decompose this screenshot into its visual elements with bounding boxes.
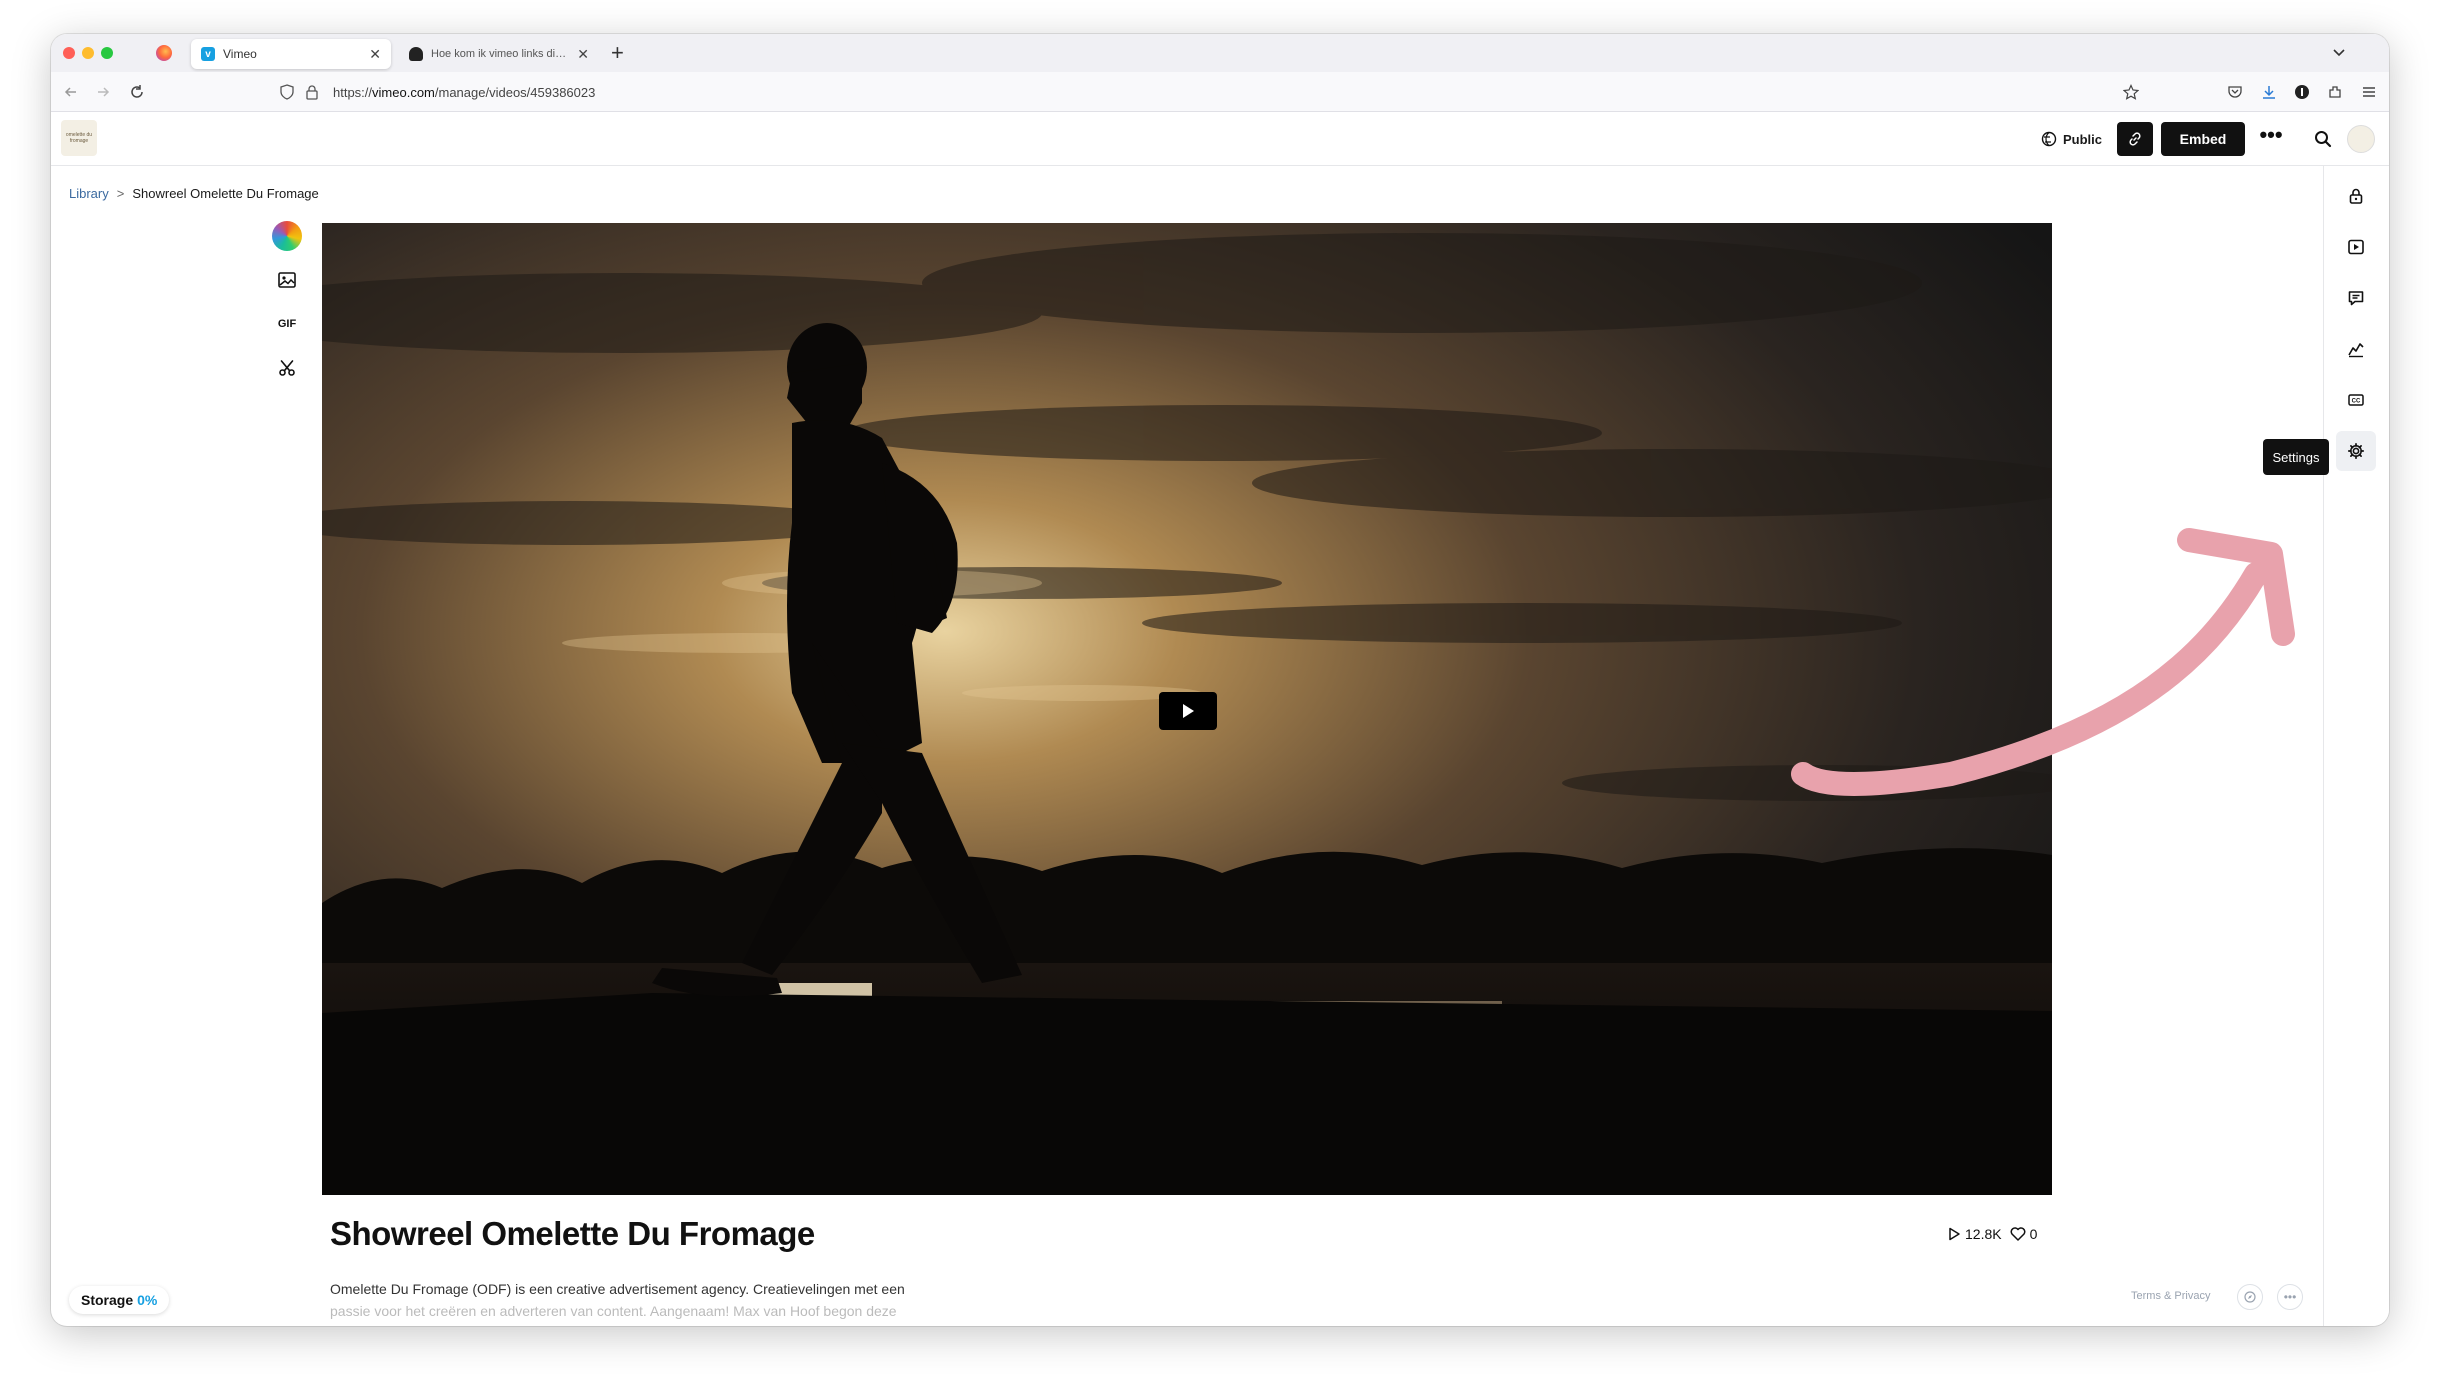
tab-title: Vimeo <box>223 47 257 61</box>
browser-window: v Vimeo ✕ Hoe kom ik vimeo links die ik … <box>51 34 2389 1326</box>
video-stats: 12.8K 0 <box>1947 1226 2037 1242</box>
footer-more-button[interactable]: ••• <box>2277 1284 2303 1310</box>
description-line-1: Omelette Du Fromage (ODF) is een creativ… <box>330 1281 905 1297</box>
settings-tooltip: Settings <box>2263 439 2329 475</box>
rail-analytics-button[interactable] <box>2336 329 2376 369</box>
lock-icon <box>2349 188 2363 204</box>
plays-value: 12.8K <box>1965 1226 2002 1242</box>
analytics-icon <box>2348 343 2364 358</box>
more-options-button[interactable]: ••• <box>2255 124 2287 153</box>
tab-title: Hoe kom ik vimeo links die ik kan <box>431 48 571 60</box>
close-tab-icon[interactable]: ✕ <box>577 47 589 61</box>
color-grading-button[interactable] <box>271 220 303 252</box>
url-text[interactable]: https://vimeo.com/manage/videos/45938602… <box>333 85 595 100</box>
privacy-button[interactable]: Public <box>2041 127 2102 151</box>
rail-captions-button[interactable]: CC <box>2336 380 2376 420</box>
new-tab-button[interactable]: + <box>611 40 624 66</box>
embed-button[interactable]: Embed <box>2161 122 2245 156</box>
storage-indicator[interactable]: Storage 0% <box>69 1286 170 1314</box>
rail-privacy-button[interactable] <box>2336 176 2376 216</box>
team-logo-text: omelette du fromage <box>65 132 93 144</box>
trim-button[interactable] <box>271 352 303 384</box>
url-scheme: https:// <box>333 84 373 100</box>
storage-percent: 0% <box>137 1292 158 1308</box>
tab-help-article[interactable]: Hoe kom ik vimeo links die ik kan ✕ <box>399 39 599 69</box>
svg-text:CC: CC <box>2352 399 2361 405</box>
team-logo[interactable]: omelette du fromage <box>61 120 97 156</box>
play-button[interactable] <box>1159 692 1217 730</box>
privacy-label: Public <box>2063 131 2103 147</box>
likes-value: 0 <box>2029 1226 2038 1242</box>
back-arrow-icon[interactable] <box>63 84 79 100</box>
accessibility-button[interactable] <box>2237 1284 2263 1310</box>
maximize-window-button[interactable] <box>101 47 113 59</box>
storage-label: Storage <box>81 1292 134 1308</box>
bookmark-star-icon[interactable] <box>2123 84 2139 100</box>
settings-icon <box>2347 442 2365 460</box>
url-host: vimeo.com <box>372 84 435 100</box>
terms-privacy-link[interactable]: Terms & Privacy <box>2131 1290 2210 1302</box>
video-tools: GIF <box>271 220 307 396</box>
navigation-bar: https://vimeo.com/manage/videos/45938602… <box>51 72 2389 112</box>
heart-icon <box>2010 1227 2026 1241</box>
close-tab-icon[interactable]: ✕ <box>369 47 381 61</box>
forward-arrow-icon[interactable] <box>95 84 111 100</box>
image-icon <box>278 272 296 288</box>
copy-link-button[interactable] <box>2117 122 2153 156</box>
menu-icon[interactable] <box>2361 84 2377 100</box>
tab-bar: v Vimeo ✕ Hoe kom ik vimeo links die ik … <box>51 34 2389 72</box>
browser-logo-icon <box>156 45 172 61</box>
download-icon[interactable] <box>2261 84 2277 100</box>
breadcrumb-current: Showreel Omelette Du Fromage <box>132 186 319 201</box>
search-icon[interactable] <box>2313 129 2333 149</box>
rail-settings-button[interactable] <box>2336 431 2376 471</box>
thumbnail-button[interactable] <box>271 264 303 296</box>
video-player[interactable] <box>322 223 2052 1195</box>
captions-icon: CC <box>2348 394 2364 406</box>
breadcrumb-library-link[interactable]: Library <box>69 186 109 201</box>
password-manager-icon[interactable] <box>2294 84 2310 100</box>
avatar[interactable] <box>2347 125 2375 153</box>
minimize-window-button[interactable] <box>82 47 94 59</box>
reload-icon[interactable] <box>129 84 145 100</box>
breadcrumb: Library > Showreel Omelette Du Fromage <box>69 186 319 201</box>
video-title[interactable]: Showreel Omelette Du Fromage <box>330 1215 815 1253</box>
tab-favicon-icon <box>409 47 423 61</box>
url-path: /manage/videos/459386023 <box>434 84 596 100</box>
close-window-button[interactable] <box>63 47 75 59</box>
right-rail: CC <box>2323 166 2389 1326</box>
pocket-icon[interactable] <box>2227 84 2243 100</box>
scissors-icon <box>279 360 295 376</box>
extensions-icon[interactable] <box>2327 84 2343 100</box>
gif-button[interactable]: GIF <box>271 308 303 340</box>
tab-vimeo[interactable]: v Vimeo ✕ <box>191 39 391 69</box>
lock-icon[interactable] <box>305 84 319 100</box>
app-header: omelette du fromage Public Embed ••• <box>51 112 2389 166</box>
address-bar[interactable]: https://vimeo.com/manage/videos/45938602… <box>263 77 2153 107</box>
play-outline-icon <box>1949 1227 1960 1241</box>
plays-count: 12.8K <box>1947 1226 2002 1242</box>
likes-count[interactable]: 0 <box>2010 1226 2038 1242</box>
rail-comments-button[interactable] <box>2336 278 2376 318</box>
play-icon <box>1183 704 1194 718</box>
player-icon <box>2348 239 2364 255</box>
link-icon <box>2129 132 2141 146</box>
globe-icon <box>2041 131 2057 147</box>
compass-icon <box>2244 1291 2256 1303</box>
chevron-down-icon[interactable] <box>2331 44 2347 60</box>
comments-icon <box>2348 291 2364 306</box>
description-line-2: passie voor het creëren en adverteren va… <box>330 1303 897 1319</box>
color-wheel-icon <box>272 221 302 251</box>
shield-icon[interactable] <box>279 84 295 100</box>
vimeo-icon: v <box>201 47 215 61</box>
rail-player-button[interactable] <box>2336 227 2376 267</box>
breadcrumb-separator: > <box>116 186 125 201</box>
video-description[interactable]: Omelette Du Fromage (ODF) is een creativ… <box>330 1278 950 1320</box>
